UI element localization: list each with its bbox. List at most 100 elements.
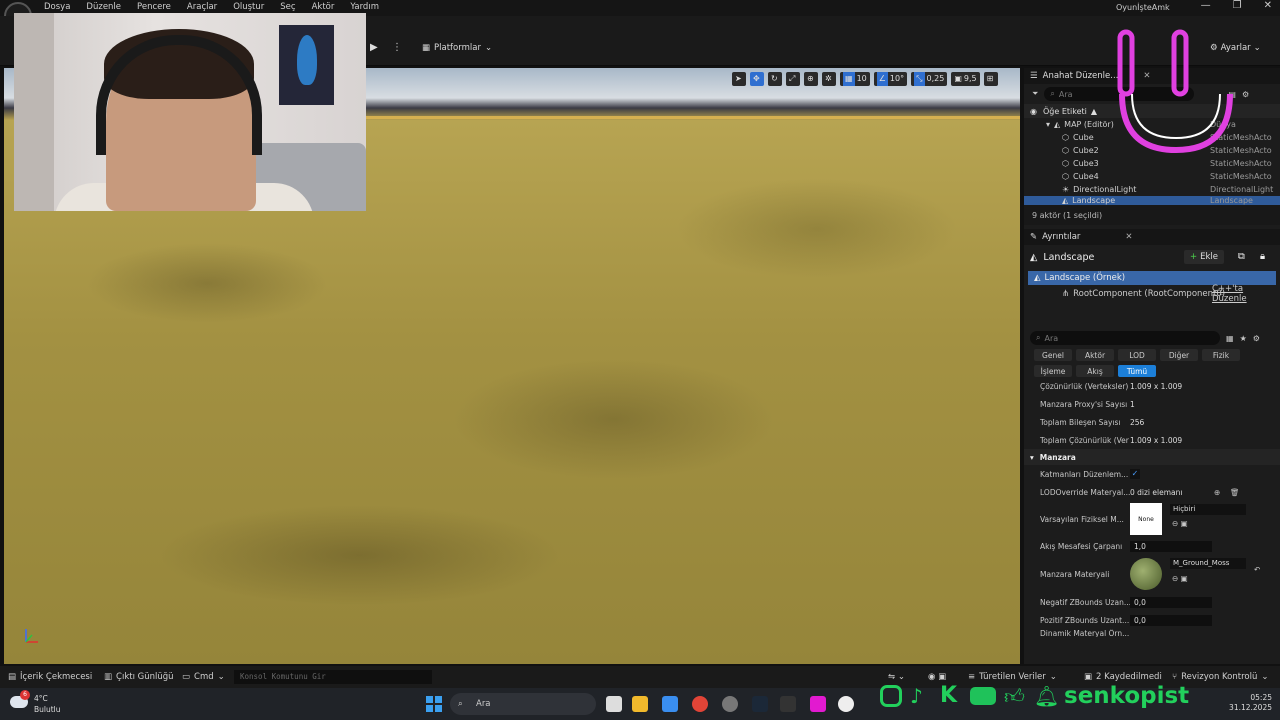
outliner-row-selected[interactable]: ◭ Landscape Landscape: [1024, 196, 1280, 205]
browse-icon[interactable]: ⊖ ▣: [1172, 574, 1188, 583]
browse-icon[interactable]: ⊖ ▣: [1172, 519, 1188, 528]
filter-general[interactable]: Genel: [1034, 349, 1072, 361]
outliner-row[interactable]: ⬡ Cube3 StaticMeshActo: [1024, 157, 1280, 170]
gear-icon[interactable]: ⚙: [1253, 334, 1260, 343]
close-icon[interactable]: ✕: [1125, 232, 1132, 242]
content-browser-button[interactable]: ▤ İçerik Çekmecesi: [8, 672, 92, 682]
camera-speed-button[interactable]: ▣ 9,5: [951, 72, 980, 86]
platforms-button[interactable]: ▦ Platformlar ⌄: [422, 43, 492, 53]
filter-actor[interactable]: Aktör: [1076, 349, 1114, 361]
prop-row: Dinamik Materyal Örn...: [1024, 629, 1280, 637]
visibility-icon[interactable]: ◉: [1030, 107, 1037, 116]
menu-file[interactable]: Dosya: [44, 2, 78, 12]
phys-material-dropdown[interactable]: Hiçbiri: [1170, 504, 1246, 515]
surface-snap-button[interactable]: ✲: [822, 72, 836, 86]
cmd-dropdown[interactable]: ▭ Cmd ⌄: [182, 672, 225, 682]
component-selected[interactable]: ◭ Landscape (Örnek): [1028, 271, 1276, 285]
prop-label: Toplam Çözünürlük (Ver: [1040, 435, 1129, 445]
filter-all[interactable]: Tümü: [1118, 365, 1156, 377]
table-view-icon[interactable]: ▦: [1226, 334, 1234, 343]
material-thumbnail[interactable]: [1130, 558, 1162, 590]
star-icon[interactable]: ★: [1240, 334, 1247, 343]
scale-snap-button[interactable]: ⤡ 0,25: [911, 72, 948, 86]
filter-icon[interactable]: ⏷: [1032, 89, 1038, 99]
prop-label: Toplam Bileşen Sayısı: [1040, 417, 1121, 427]
file-explorer-icon[interactable]: [632, 696, 648, 712]
translate-mode-button[interactable]: ✥: [750, 72, 764, 86]
column-label[interactable]: Öğe Etiketi: [1043, 107, 1087, 116]
section-landscape[interactable]: ▾ Manzara: [1024, 449, 1280, 465]
actor-name[interactable]: Landscape: [1043, 252, 1094, 263]
menu-help[interactable]: Yardım: [350, 2, 387, 12]
outliner-row[interactable]: ⬡ Cube4 StaticMeshActo: [1024, 170, 1280, 183]
reset-icon[interactable]: ↶: [1254, 565, 1260, 574]
cpp-edit-link[interactable]: C++'ta Düzenle: [1212, 284, 1280, 304]
phys-material-thumbnail[interactable]: None: [1130, 503, 1162, 535]
stream-distance-input[interactable]: 1,0: [1130, 540, 1212, 552]
maximize-button[interactable]: ❐: [1233, 0, 1242, 11]
scale-mode-button[interactable]: ⤢: [786, 72, 800, 86]
negz-input[interactable]: 0,0: [1130, 596, 1212, 608]
layers-checkbox[interactable]: ✓: [1130, 469, 1140, 479]
menu-edit[interactable]: Düzenle: [86, 2, 129, 12]
record-icon[interactable]: ◉ ▣: [928, 672, 946, 682]
obs-icon[interactable]: [722, 696, 738, 712]
component-root[interactable]: ⋔ RootComponent (RootComponent0) C++'ta …: [1024, 284, 1280, 304]
menu-build[interactable]: Oluştur: [233, 2, 272, 12]
outliner-item-type: StaticMeshActo: [1210, 159, 1272, 168]
rotate-mode-button[interactable]: ↻: [768, 72, 782, 86]
world-space-button[interactable]: ⊕: [804, 72, 818, 86]
outliner-search-placeholder: Ara: [1058, 89, 1073, 99]
add-label: Ekle: [1200, 252, 1219, 262]
menu-actor[interactable]: Aktör: [312, 2, 343, 12]
task-view-icon[interactable]: [606, 696, 622, 712]
tiktok-icon: ♪: [910, 684, 923, 708]
store-icon[interactable]: [662, 696, 678, 712]
filter-rendering[interactable]: İşleme: [1034, 365, 1072, 377]
filter-other[interactable]: Diğer: [1160, 349, 1198, 361]
taskbar-search-input[interactable]: ⌕ Ara: [450, 693, 596, 715]
output-log-button[interactable]: ▥ Çıktı Günlüğü: [104, 672, 174, 682]
minimize-button[interactable]: —: [1201, 0, 1211, 11]
chrome-icon[interactable]: [692, 696, 708, 712]
menu-window[interactable]: Pencere: [137, 2, 179, 12]
unsaved-button[interactable]: ▣ 2 Kaydedilmedi: [1084, 672, 1162, 682]
menu-select[interactable]: Seç: [280, 2, 303, 12]
console-input[interactable]: Konsol Komutunu Gir: [234, 670, 432, 684]
section-label: Manzara: [1039, 452, 1076, 462]
viewport-layout-button[interactable]: ⊞: [983, 72, 998, 86]
cube-icon: ⬡: [1062, 146, 1069, 155]
windows-start-icon[interactable]: [426, 696, 442, 712]
more-options-icon[interactable]: ⋮: [392, 42, 402, 53]
grid-snap-button[interactable]: ▦ 10: [840, 72, 870, 86]
system-clock[interactable]: 05:25 31.12.2025: [1226, 693, 1272, 713]
sort-icon: ▲: [1090, 106, 1098, 116]
revision-control-button[interactable]: ⑂ Revizyon Kontrolü ⌄: [1172, 672, 1269, 682]
select-mode-button[interactable]: ➤: [732, 72, 746, 86]
app-icon[interactable]: [810, 696, 826, 712]
rotation-snap-button[interactable]: ∠ 10°: [873, 72, 908, 86]
posz-input[interactable]: 0,0: [1130, 614, 1212, 626]
lock-icon[interactable]: 🔒︎: [1260, 251, 1265, 262]
menu-tools[interactable]: Araçlar: [187, 2, 225, 12]
close-button[interactable]: ✕: [1264, 0, 1272, 11]
trash-icon[interactable]: 🗑︎: [1230, 488, 1240, 497]
steam-icon[interactable]: [752, 696, 768, 712]
details-search-input[interactable]: ⌕ Ara: [1030, 331, 1220, 345]
tab-details[interactable]: ✎ Ayrıntılar ✕: [1024, 229, 1280, 245]
filter-streaming[interactable]: Akış: [1076, 365, 1114, 377]
filter-physics[interactable]: Fizik: [1202, 349, 1240, 361]
blueprint-icon[interactable]: ⧉: [1238, 251, 1245, 262]
epic-games-icon[interactable]: [780, 696, 796, 712]
unreal-engine-icon[interactable]: [838, 696, 854, 712]
trace-button[interactable]: ⇋ ⌄: [888, 672, 905, 682]
add-element-icon[interactable]: ⊕: [1214, 488, 1220, 497]
filter-lod[interactable]: LOD: [1118, 349, 1156, 361]
add-component-button[interactable]: + Ekle: [1184, 250, 1225, 264]
outliner-settings-icon[interactable]: ⚙: [1242, 90, 1249, 99]
play-icon[interactable]: ▶: [370, 42, 382, 54]
derived-data-button[interactable]: ≡ Türetilen Veriler ⌄: [968, 672, 1057, 682]
outliner-row[interactable]: ☀ DirectionalLight DirectionalLight: [1024, 183, 1280, 196]
material-dropdown[interactable]: M_Ground_Moss: [1170, 558, 1246, 569]
rotate-icon: ↻: [771, 74, 778, 83]
